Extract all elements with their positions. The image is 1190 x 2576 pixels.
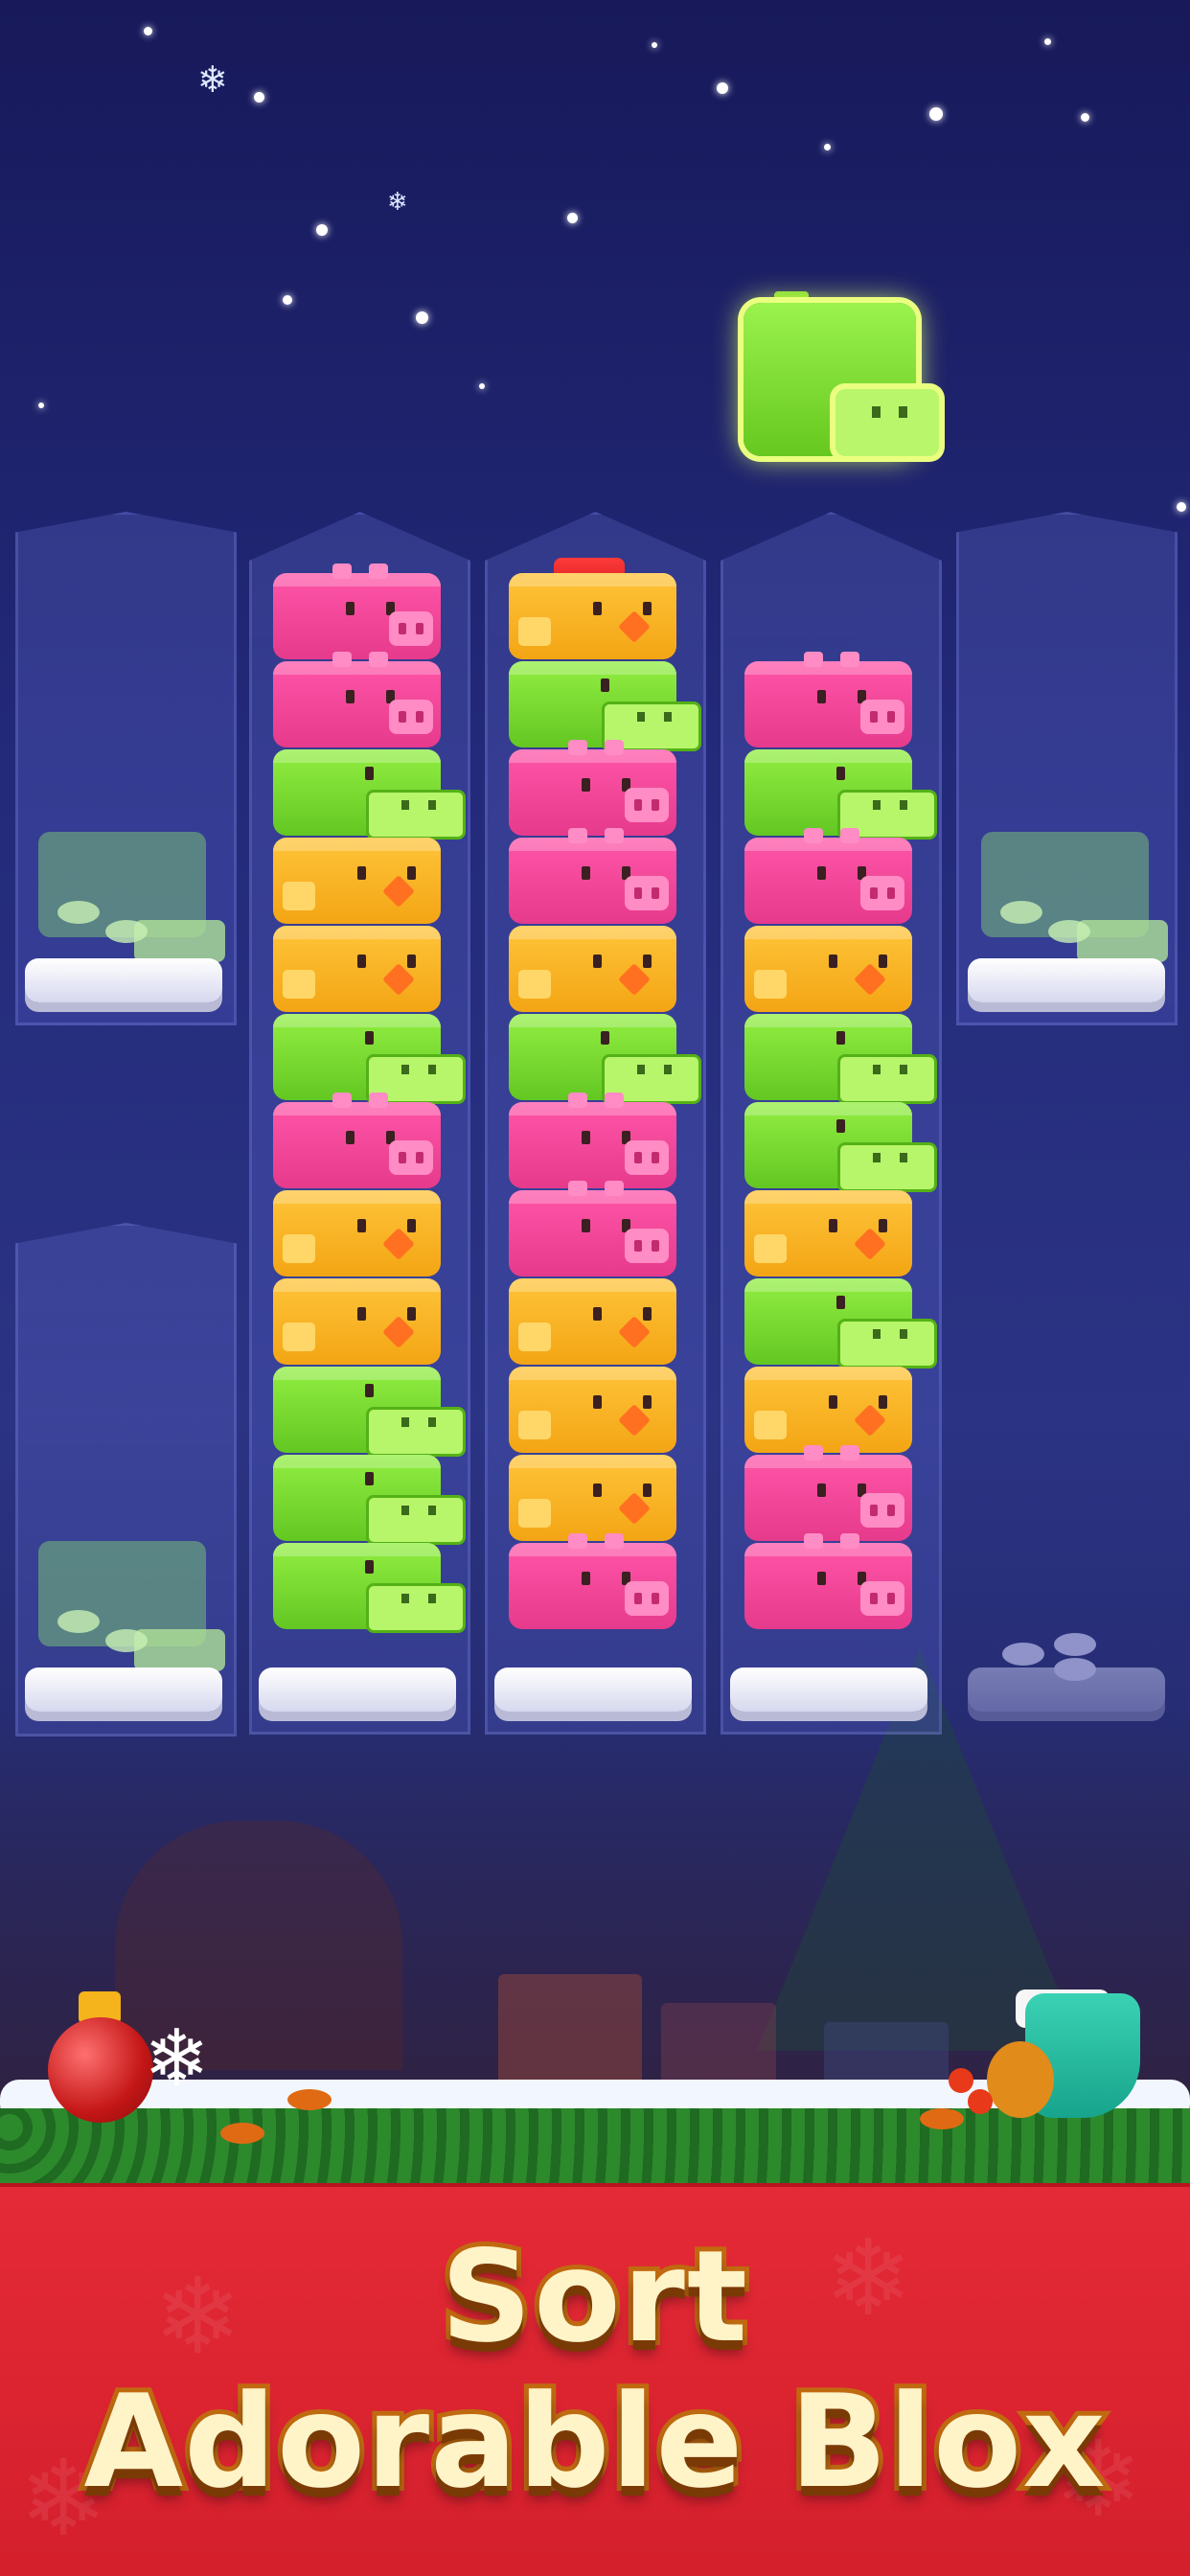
pig-block	[744, 1445, 912, 1541]
croc-block	[744, 1102, 937, 1192]
chick-block	[509, 1455, 676, 1541]
headline-line-2: Adorable Blox	[79, 2362, 1110, 2521]
tube-base	[494, 1668, 692, 1712]
croc-block	[509, 661, 701, 751]
tube-base	[730, 1668, 927, 1712]
croc-block	[744, 1278, 937, 1368]
chick-block	[509, 1278, 676, 1365]
pig-block	[509, 828, 676, 924]
chick-block	[509, 1367, 676, 1453]
chick-block	[744, 1367, 912, 1453]
pig-block	[273, 564, 441, 659]
pig-block	[509, 1092, 676, 1188]
chick-block	[273, 926, 441, 1012]
croc-block	[744, 1014, 937, 1104]
autumn-leaf-icon	[220, 2123, 264, 2144]
autumn-leaf-icon	[287, 2089, 332, 2110]
berry-icon	[968, 2089, 993, 2114]
pig-block	[509, 1181, 676, 1276]
chick-block	[744, 926, 912, 1012]
pine-garland	[0, 2108, 1190, 2191]
snowflake-icon: ❄	[144, 2013, 210, 2104]
croc-block	[744, 749, 937, 840]
pig-block	[744, 828, 912, 924]
chick-block	[273, 1278, 441, 1365]
pig-block	[509, 1533, 676, 1629]
pig-block	[744, 1533, 912, 1629]
headline-line-1: Sort	[436, 2219, 752, 2376]
pig-block	[273, 652, 441, 748]
pig-block	[509, 740, 676, 836]
chick-block	[273, 1190, 441, 1276]
red-ornament-icon	[48, 2017, 153, 2123]
croc-block	[273, 1367, 466, 1457]
chick-block	[744, 1190, 912, 1276]
gift-box-decor	[498, 1974, 642, 2089]
chick-block	[509, 926, 676, 1012]
tube-base	[259, 1668, 456, 1712]
chick-block	[509, 573, 676, 659]
croc-block	[273, 1014, 466, 1104]
croc-block	[509, 1014, 701, 1104]
autumn-leaf-icon	[920, 2108, 964, 2129]
pinecone-icon	[987, 2041, 1054, 2118]
pig-block	[744, 652, 912, 748]
gift-box-decor	[661, 2003, 776, 2089]
chick-block	[273, 838, 441, 924]
berry-icon	[949, 2068, 973, 2093]
croc-block	[273, 1543, 466, 1633]
croc-block	[273, 1455, 466, 1545]
pig-block	[273, 1092, 441, 1188]
croc-block	[273, 749, 466, 840]
